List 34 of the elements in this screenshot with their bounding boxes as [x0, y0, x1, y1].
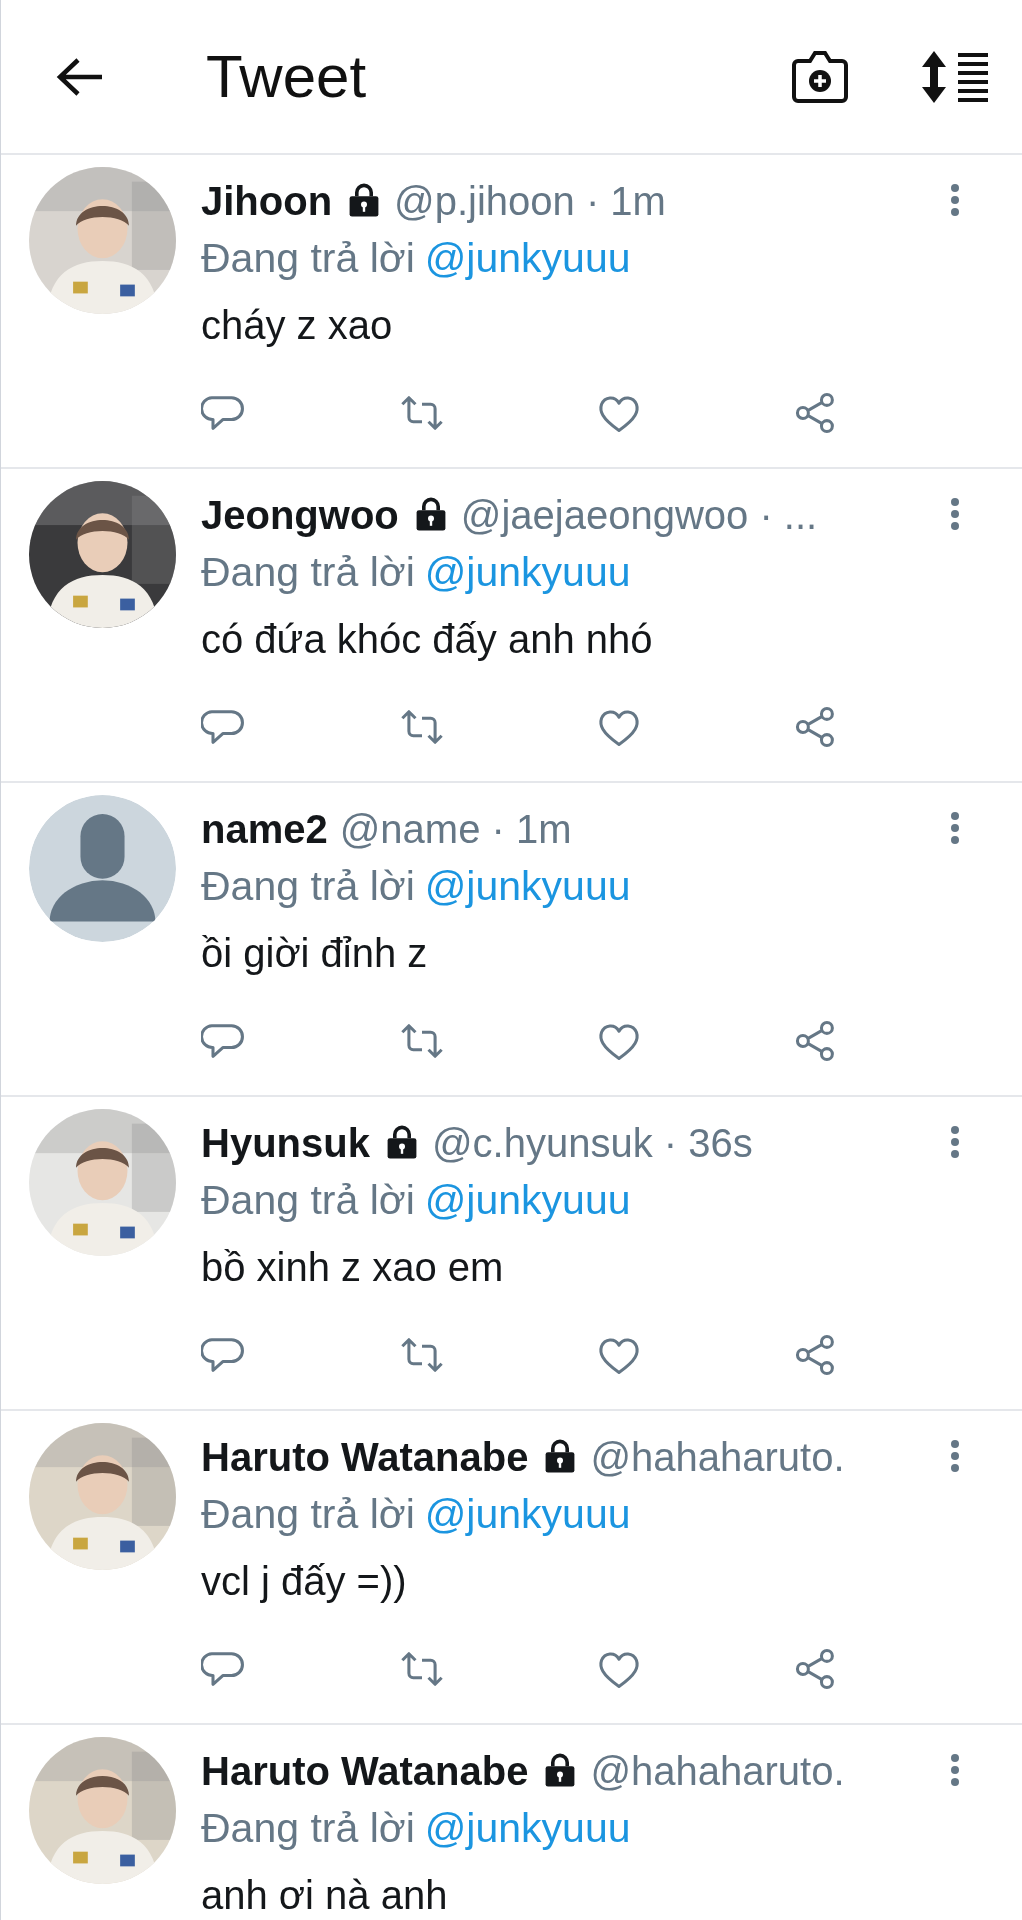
camera-icon[interactable]: [790, 48, 850, 105]
more-options-icon[interactable]: [950, 1439, 960, 1473]
tweet-text: ồi giời đỉnh z: [201, 930, 428, 977]
reply-label: Đang trả lời: [201, 1804, 415, 1854]
tweet-text: vcl j đấy =)): [201, 1558, 407, 1605]
user-name[interactable]: Haruto Watanabe: [201, 1427, 529, 1487]
default-avatar-icon[interactable]: [29, 795, 176, 942]
more-options-icon[interactable]: [950, 1753, 960, 1787]
user-handle: @name · 1m: [339, 806, 572, 853]
reply-label: Đang trả lời: [201, 1490, 415, 1540]
reply-label: Đang trả lời: [201, 862, 415, 912]
user-handle: @c.hyunsuk · 36s: [431, 1120, 753, 1167]
more-options-icon[interactable]: [950, 1125, 960, 1159]
user-name[interactable]: Hyunsuk: [201, 1113, 370, 1173]
back-icon[interactable]: [56, 56, 104, 97]
more-options-icon[interactable]: [950, 183, 960, 217]
reply-label: Đang trả lời: [201, 1176, 415, 1226]
user-name[interactable]: Haruto Watanabe: [201, 1741, 529, 1801]
user-name[interactable]: Jeongwoo: [201, 485, 399, 545]
user-name[interactable]: Jihoon: [201, 171, 333, 231]
more-options-icon[interactable]: [950, 497, 960, 531]
page-title: Tweet: [206, 46, 367, 107]
user-handle: @p.jihoon · 1m: [394, 178, 666, 225]
user-handle: @hahaharuto.: [590, 1434, 845, 1481]
tweet-text: có đứa khóc đấy anh nhó: [201, 616, 653, 663]
reply-label: Đang trả lời: [201, 234, 415, 284]
tweet-text: bồ xinh z xao em: [201, 1244, 504, 1291]
tweet-text: cháy z xao: [201, 302, 393, 349]
tweet-text: anh ơi nà anh: [201, 1872, 448, 1919]
user-handle: @hahaharuto.: [590, 1748, 845, 1795]
reply-label: Đang trả lời: [201, 548, 415, 598]
user-handle: @jaejaeongwoo · ...: [460, 492, 818, 539]
user-name[interactable]: name2: [201, 799, 328, 859]
more-options-icon[interactable]: [950, 811, 960, 845]
